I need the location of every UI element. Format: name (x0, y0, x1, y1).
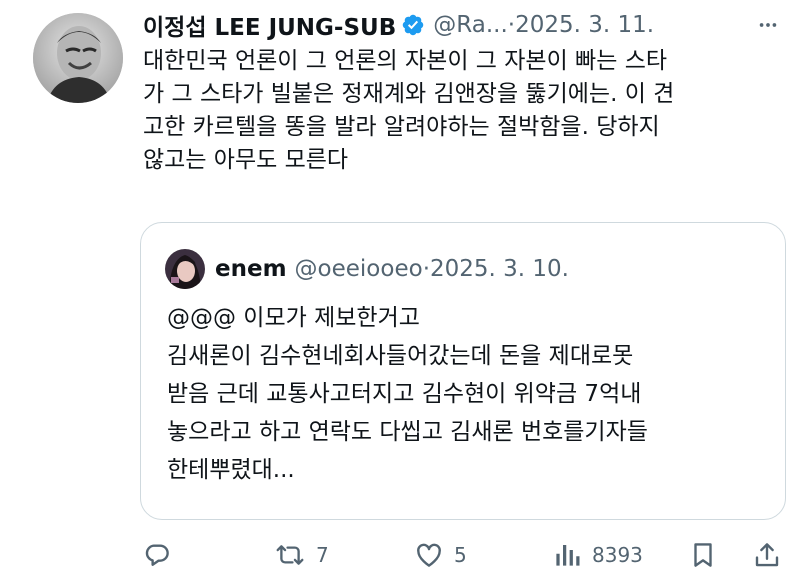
quoted-author-avatar[interactable] (165, 249, 205, 289)
tweet-date[interactable]: 2025. 3. 11. (515, 12, 654, 38)
quoted-author-handle[interactable]: @oeeiooeo (295, 256, 423, 282)
share-button[interactable] (752, 534, 782, 576)
reply-icon (145, 544, 169, 566)
quoted-tweet-date[interactable]: 2025. 3. 10. (430, 256, 569, 282)
bookmark-icon (694, 543, 712, 567)
like-count: 5 (454, 543, 467, 567)
reply-button[interactable] (142, 534, 182, 576)
tweet-text: 대한민국 언론이 그 언론의 자본이 그 자본이 빠는 스타 가 그 스타가 빌… (143, 48, 675, 173)
heart-icon (417, 543, 441, 567)
like-button[interactable]: 5 (414, 534, 467, 576)
retweet-button[interactable]: 7 (274, 534, 329, 576)
quoted-author-name[interactable]: enem (215, 256, 287, 282)
view-count: 8393 (592, 543, 643, 567)
author-handle[interactable]: @Ra... (433, 12, 508, 38)
retweet-count: 7 (316, 543, 329, 567)
quoted-tweet-text: @@@ 이모가 제보한거고 김새론이 김수현네회사들어갔는데 돈을 제대로못 받… (167, 305, 648, 483)
bookmark-button[interactable] (688, 534, 718, 576)
more-icon (759, 23, 777, 27)
quoted-tweet-card[interactable]: enem @oeeiooeo · 2025. 3. 10. @@@ 이모가 제보… (140, 222, 786, 520)
tweet-action-bar: 7 5 8393 (138, 534, 788, 576)
more-button[interactable] (751, 8, 785, 42)
verified-badge-icon (403, 14, 424, 36)
quoted-header-separator: · (422, 256, 430, 282)
author-avatar[interactable] (33, 13, 123, 103)
quoted-tweet-header: enem @oeeiooeo · 2025. 3. 10. (165, 247, 569, 291)
tweet-header: 이정섭 LEE JUNG-SUB @Ra... · 2025. 3. 11. (143, 8, 785, 42)
views-button[interactable]: 8393 (552, 534, 643, 576)
share-icon (755, 543, 779, 567)
views-icon (556, 545, 580, 566)
retweet-icon (276, 545, 304, 565)
header-separator: · (507, 12, 516, 38)
author-name[interactable]: 이정섭 LEE JUNG-SUB (143, 8, 396, 42)
